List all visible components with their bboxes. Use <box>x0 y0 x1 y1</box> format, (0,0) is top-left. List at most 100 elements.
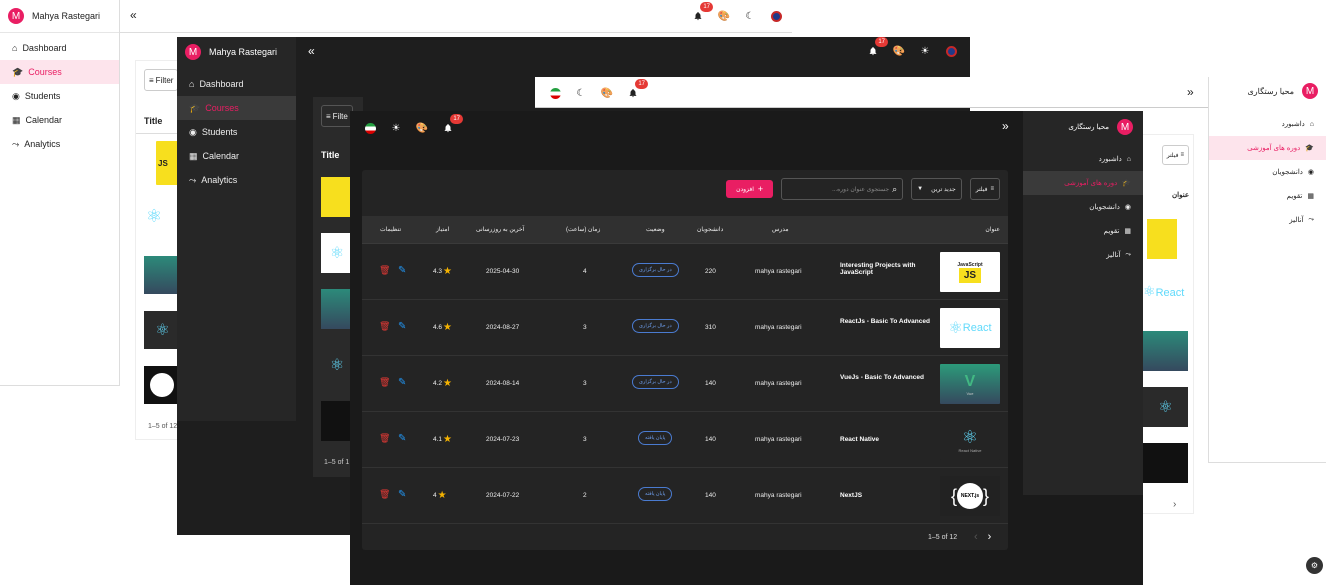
nav-courses[interactable]: 🎓 Courses <box>0 60 119 84</box>
notification-count: 17 <box>635 79 648 89</box>
theme-toggle[interactable]: ☾ <box>573 85 589 101</box>
filter-label: Filter <box>155 75 174 85</box>
language-button[interactable] <box>943 43 959 59</box>
notifications-button[interactable]: 17 <box>690 2 713 24</box>
nav-students[interactable]: ◉ Students <box>177 120 296 144</box>
delete-button[interactable]: 🗑 <box>379 489 390 500</box>
pencil-icon: ✎ <box>398 265 407 276</box>
add-course-button[interactable]: + افزودن <box>726 180 774 198</box>
edit-button[interactable]: ✎ <box>398 377 406 388</box>
notifications-button[interactable]: 17 <box>865 37 888 59</box>
nav-calendar[interactable]: ▦ تقویم <box>1023 219 1143 243</box>
language-button[interactable] <box>547 85 563 101</box>
nav-dashboard[interactable]: ⌂ Dashboard <box>177 72 296 96</box>
palette-button[interactable]: 🎨 <box>414 120 430 136</box>
status-text: پایان یافته <box>638 431 673 445</box>
collapse-sidebar-button[interactable]: » <box>1002 119 1009 133</box>
title-header: عنوان <box>1172 192 1189 199</box>
home-icon: ⌂ <box>1126 155 1131 163</box>
sort-select[interactable]: جدید ترین ▼ <box>911 178 962 200</box>
theme-toggle[interactable]: ☾ <box>742 8 758 24</box>
theme-toggle[interactable]: ☀ <box>917 43 933 59</box>
delete-button[interactable]: 🗑 <box>379 321 390 332</box>
nav-students[interactable]: ◉ Students <box>0 84 119 108</box>
next-page-button[interactable]: › <box>1173 499 1176 510</box>
nav-analytics[interactable]: ⤳ آنالیز <box>1209 208 1326 232</box>
table-row: V Vue VueJs - Basic To Advanced mahya ras… <box>362 356 1008 412</box>
pencil-icon: ✎ <box>398 433 407 444</box>
dark-sidebar: M محیا رستگاری ⌂ داشبورد 🎓 دوره های آموزشی… <box>1023 111 1143 495</box>
edit-button[interactable]: ✎ <box>398 321 406 332</box>
theme-toggle[interactable]: ☀ <box>388 120 404 136</box>
palette-icon: 🎨 <box>600 87 614 99</box>
edit-button[interactable]: ✎ <box>398 265 406 276</box>
notifications-button[interactable]: 17 <box>440 114 463 136</box>
nav-analytics[interactable]: ⤳ آنالیز <box>1023 243 1143 267</box>
delete-button[interactable]: 🗑 <box>379 433 390 444</box>
trash-icon: 🗑 <box>379 265 391 275</box>
nav-students[interactable]: ◉ دانشجویان <box>1209 160 1326 184</box>
next-thumbnail <box>1143 443 1188 483</box>
edit-button[interactable]: ✎ <box>398 489 406 500</box>
status-text: در حال برگزاری <box>632 375 679 389</box>
nav-courses[interactable]: 🎓 Courses <box>177 96 296 120</box>
nav-analytics[interactable]: ⤳ Analytics <box>0 132 119 156</box>
avatar[interactable]: M <box>1117 119 1133 135</box>
double-chevron-right-icon: » <box>1187 85 1194 99</box>
search-input[interactable]: ⌕ جستجوی عنوان دوره... <box>781 178 904 200</box>
avatar[interactable]: M <box>185 44 201 60</box>
nav-courses[interactable]: 🎓 دوره های آموزشی <box>1209 136 1326 160</box>
rating-value: 4.6 <box>433 324 443 331</box>
next-thumbnail <box>321 401 353 441</box>
collapse-sidebar-button[interactable]: « <box>130 8 137 22</box>
palette-button[interactable]: 🎨 <box>599 85 615 101</box>
nav-label: دوره های آموزشی <box>1064 180 1118 187</box>
nav-analytics[interactable]: ⤳ Analytics <box>177 168 296 192</box>
nav-dashboard[interactable]: ⌂ Dashboard <box>0 36 119 60</box>
col-header-rating: امتیاز <box>436 227 450 233</box>
palette-button[interactable]: 🎨 <box>891 43 907 59</box>
nav-courses[interactable]: 🎓 دوره های آموزشی <box>1023 171 1143 195</box>
prev-page-button[interactable]: ‹ <box>974 531 978 543</box>
language-button[interactable] <box>768 8 784 24</box>
delete-button[interactable]: 🗑 <box>379 265 390 276</box>
nav-students[interactable]: ◉ دانشجویان <box>1023 195 1143 219</box>
moon-icon: ☾ <box>576 87 586 99</box>
filter-icon: ≡ <box>990 186 994 192</box>
nav-label: تقویم <box>1286 193 1303 200</box>
nav-dashboard[interactable]: ⌂ داشبورد <box>1209 112 1326 136</box>
pencil-icon: ✎ <box>398 321 407 332</box>
next-page-button[interactable]: › <box>988 531 992 543</box>
user-name: محیا رستگاری <box>1068 124 1109 131</box>
course-students: 140 <box>705 436 716 443</box>
courses-card: ≡ فیلتر عنوان ⚛React ⚛ › <box>1142 134 1194 514</box>
language-button[interactable] <box>362 120 378 136</box>
sun-icon: ☀ <box>391 122 401 134</box>
course-hours: 3 <box>583 380 587 387</box>
edit-button[interactable]: ✎ <box>398 433 406 444</box>
nav-calendar[interactable]: ▦ تقویم <box>1209 184 1326 208</box>
double-chevron-right-icon: » <box>1002 119 1009 133</box>
star-icon: ★ <box>443 266 453 277</box>
nav-calendar[interactable]: ▦ Calendar <box>0 108 119 132</box>
notifications-button[interactable]: 17 <box>625 79 648 101</box>
filter-button[interactable]: ≡ Filte <box>321 105 353 127</box>
nav-label: داشبورد <box>1098 156 1122 163</box>
filter-button[interactable]: ≡ فیلتر <box>1161 145 1189 165</box>
avatar[interactable]: M <box>1302 83 1318 99</box>
filter-button[interactable]: ≡ Filter <box>144 69 179 91</box>
nav-dashboard[interactable]: ⌂ داشبورد <box>1023 147 1143 171</box>
pagination-label: 1–5 of 1 <box>324 459 350 466</box>
collapse-sidebar-button[interactable]: » <box>1187 85 1194 99</box>
palette-button[interactable]: 🎨 <box>716 8 732 24</box>
filter-button[interactable]: ≡ فیلتر <box>969 178 1000 200</box>
react-native-thumbnail: ⚛ <box>144 311 181 349</box>
settings-fab[interactable]: ⚙ <box>1306 557 1323 574</box>
notification-count: 17 <box>450 114 463 124</box>
vue-thumbnail <box>321 289 353 329</box>
js-thumbnail <box>1147 219 1177 259</box>
collapse-sidebar-button[interactable]: « <box>308 44 315 58</box>
avatar[interactable]: M <box>8 8 24 24</box>
nav-calendar[interactable]: ▦ Calendar <box>177 144 296 168</box>
delete-button[interactable]: 🗑 <box>379 377 390 388</box>
